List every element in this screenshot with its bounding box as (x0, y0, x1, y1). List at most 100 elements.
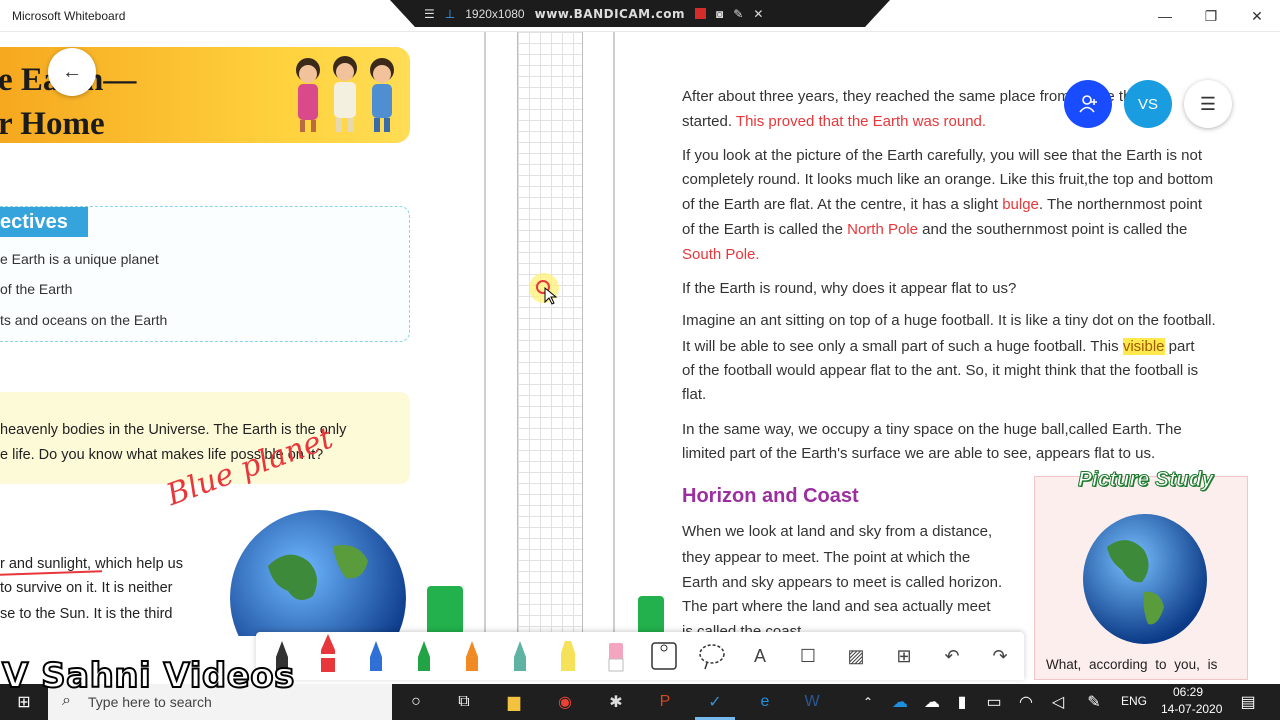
paint-icon[interactable]: ✱ (604, 690, 628, 714)
text-tool[interactable]: A (740, 636, 780, 676)
image-icon: ▨ (847, 645, 865, 666)
grid-canvas-strip[interactable] (517, 32, 583, 642)
objective-item: e Earth is a unique planet (0, 251, 159, 267)
redo-button[interactable]: ↷ (980, 636, 1020, 676)
rainbow-pen-tool[interactable] (452, 636, 492, 676)
pen-icon (514, 641, 526, 671)
clock-time[interactable]: 06:29 (1173, 685, 1203, 699)
powerpoint-icon[interactable]: P (653, 690, 677, 714)
redo-icon: ↷ (992, 645, 1008, 666)
task-view-icon[interactable]: ⧉ (452, 690, 476, 714)
body-line: se to the Sun. It is the third (0, 606, 173, 622)
paragraph-line: The part where the land and sea actually… (682, 598, 991, 615)
paragraph-line: completely round. It looks much like an … (682, 171, 1214, 188)
paragraph-line: It will be able to see only a small part… (682, 335, 1195, 359)
note-icon: ☐ (799, 645, 817, 666)
paragraph-line: they appear to meet. The point at which … (682, 549, 971, 566)
text-span: part (1164, 338, 1195, 355)
text-icon: A (753, 645, 766, 666)
text-span: . The northernmost point (1038, 196, 1203, 213)
green-shape[interactable] (427, 586, 463, 632)
eraser-tool[interactable] (596, 636, 636, 676)
green-shape[interactable] (638, 596, 664, 636)
paragraph-line: of the Earth are flat. At the centre, it… (682, 193, 1202, 217)
ink-toolbar: A ☐ ▨ ⊞ ↶ ↷ (256, 632, 1024, 680)
highlighted-text: bulge (1002, 196, 1039, 213)
show-hidden-icons[interactable]: ⌃ (856, 690, 880, 714)
paragraph-line: When we look at land and sky from a dist… (682, 523, 993, 540)
pin-icon[interactable]: ⊥ (445, 7, 455, 21)
picture-study-title: Picture Study (1077, 468, 1214, 492)
close-recorder-icon[interactable]: ✕ (753, 7, 763, 21)
close-button[interactable]: ✕ (1234, 0, 1280, 32)
microphone-icon[interactable]: ▮ (950, 690, 974, 714)
user-avatar[interactable]: VS (1124, 80, 1172, 128)
menu-icon[interactable]: ☰ (424, 7, 435, 21)
question-line: If the Earth is round, why does it appea… (682, 280, 1017, 297)
highlighter-tool[interactable] (548, 636, 588, 676)
back-button[interactable]: ← (48, 48, 96, 96)
lasso-tool[interactable] (692, 636, 732, 676)
recorder-resolution: 1920x1080 (465, 6, 525, 21)
chrome-icon[interactable]: ◉ (553, 690, 577, 714)
record-stop-icon[interactable] (695, 8, 707, 19)
whiteboard-icon[interactable]: ✓ (703, 690, 727, 714)
text-span: It will be able to see only a small part… (682, 338, 1123, 355)
recorder-brand: www.BANDICAM.com (534, 6, 686, 21)
note-tool[interactable]: ☐ (788, 636, 828, 676)
pen-icon (418, 641, 430, 671)
ruler-tool[interactable] (644, 636, 684, 676)
objective-item: of the Earth (0, 281, 73, 297)
insert-tool[interactable]: ⊞ (884, 636, 924, 676)
page-divider (613, 32, 615, 642)
cortana-icon[interactable]: ○ (404, 690, 428, 714)
cursor-highlight-icon (529, 273, 559, 305)
onedrive-icon[interactable]: ☁ (888, 690, 912, 714)
pen-icon (370, 641, 382, 671)
cloud-icon[interactable]: ☁ (920, 690, 944, 714)
body-line: to survive on it. It is neither (0, 580, 173, 596)
add-person-icon (1079, 95, 1097, 113)
section-heading: Horizon and Coast (682, 485, 859, 507)
search-placeholder: Type here to search (88, 694, 212, 710)
settings-menu-button[interactable]: ☰ (1184, 80, 1232, 128)
text-span: of the Earth are flat. At the centre, it… (682, 196, 1003, 213)
paragraph-line: If you look at the picture of the Earth … (682, 147, 1202, 164)
ruler-icon (651, 642, 677, 670)
battery-icon[interactable]: ▭ (982, 690, 1006, 714)
word-icon[interactable]: W (800, 690, 824, 714)
paragraph-line: flat. (682, 386, 707, 403)
pen-workspace-icon[interactable]: ✎ (1082, 690, 1106, 714)
wifi-icon[interactable]: ◠ (1014, 690, 1038, 714)
undo-button[interactable]: ↶ (932, 636, 972, 676)
paragraph-line: limited part of the Earth's surface we a… (682, 445, 1156, 462)
image-tool[interactable]: ▨ (836, 636, 876, 676)
pencil-icon[interactable]: ✎ (733, 7, 743, 21)
paragraph-line: Imagine an ant sitting on top of a huge … (682, 312, 1216, 329)
objective-item: ts and oceans on the Earth (0, 312, 168, 328)
channel-watermark: V Sahni Videos (1, 655, 295, 697)
file-explorer-icon[interactable]: ▆ (502, 690, 526, 714)
picture-study-caption: What, according to you, is (1046, 657, 1218, 672)
highlighter-icon (561, 641, 575, 671)
minimize-button[interactable]: — (1142, 0, 1188, 32)
highlighted-text: North Pole (847, 221, 918, 238)
paragraph-line: South Pole. (682, 246, 760, 263)
title-bar: Microsoft Whiteboard ☰ ⊥ 1920x1080 www.B… (0, 0, 1280, 32)
green-pen-tool[interactable] (404, 636, 444, 676)
volume-icon[interactable]: ◁ (1046, 690, 1070, 714)
red-pen-tool[interactable] (308, 632, 348, 672)
add-icon: ⊞ (896, 645, 912, 666)
edge-icon[interactable]: e (753, 690, 777, 714)
invite-button[interactable] (1064, 80, 1112, 128)
galaxy-pen-tool[interactable] (500, 636, 540, 676)
recorder-bar: ☰ ⊥ 1920x1080 www.BANDICAM.com ◙ ✎ ✕ (390, 0, 890, 27)
blue-pen-tool[interactable] (356, 636, 396, 676)
notification-icon[interactable]: ▤ (1236, 690, 1260, 714)
clock-date[interactable]: 14-07-2020 (1161, 702, 1222, 716)
restore-button[interactable]: ❐ (1188, 0, 1234, 32)
earth-globe-image (230, 510, 406, 636)
language-indicator[interactable]: ENG (1121, 694, 1147, 708)
camera-icon[interactable]: ◙ (716, 7, 723, 21)
objectives-tab: ectives (0, 207, 88, 237)
